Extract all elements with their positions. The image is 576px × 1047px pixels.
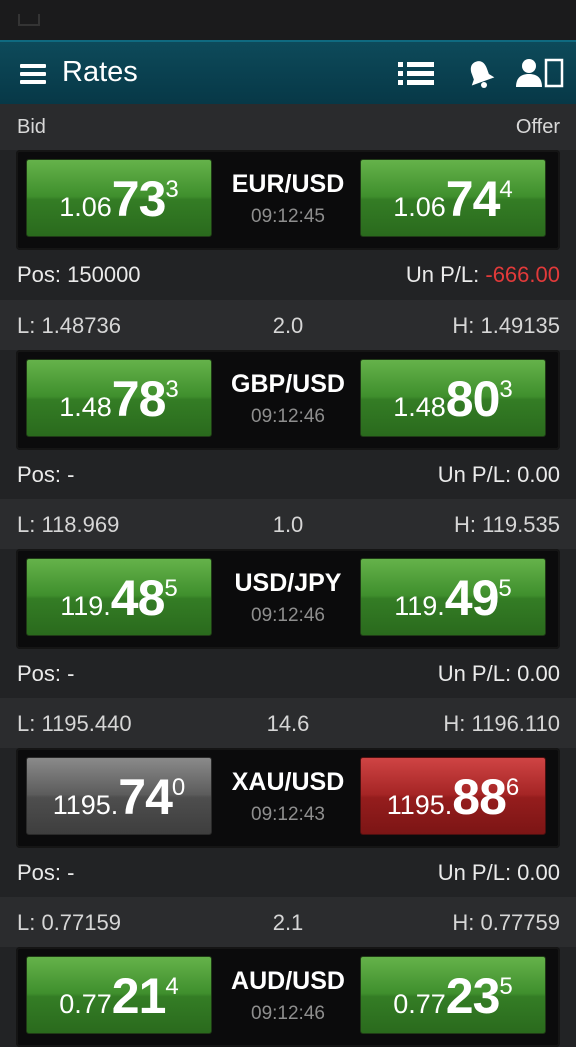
- position-row: Pos: - Un P/L: 0.00: [0, 450, 576, 500]
- currency-pair: GBP/USD: [231, 370, 345, 398]
- quote-card[interactable]: 1.48783 GBP/USD 09:12:46 1.48803: [16, 350, 560, 450]
- unrealized-pl: Un P/L: 0.00: [437, 462, 560, 487]
- offer-price: 1.06744: [393, 171, 513, 227]
- position-size: Pos: 150000: [17, 262, 141, 287]
- day-high: H: 0.77759: [452, 910, 560, 935]
- position-row: Pos: 150000 Un P/L: -666.00: [0, 250, 576, 300]
- offer-price: 1195.886: [386, 769, 520, 825]
- position-row: Pos: - Un P/L: 0.00: [0, 649, 576, 699]
- unrealized-pl: Un P/L: -666.00: [405, 262, 560, 287]
- bid-price-button[interactable]: 0.77214: [26, 956, 212, 1034]
- currency-pair: EUR/USD: [231, 170, 345, 198]
- menu-icon[interactable]: [20, 64, 46, 84]
- quote-card[interactable]: 1195.740 XAU/USD 09:12:43 1195.886: [16, 748, 560, 848]
- account-icon[interactable]: [515, 58, 565, 88]
- currency-pair: XAU/USD: [231, 768, 345, 796]
- quote-card[interactable]: 1.06733 EUR/USD 09:12:45 1.06744: [16, 150, 560, 250]
- offer-price: 0.77235: [393, 968, 513, 1024]
- offer-price-button[interactable]: 1195.886: [360, 757, 546, 835]
- column-header: Bid Offer: [0, 104, 576, 150]
- unrealized-pl: Un P/L: 0.00: [437, 860, 560, 885]
- bell-icon[interactable]: [465, 58, 495, 88]
- offer-price-button[interactable]: 1.48803: [360, 359, 546, 437]
- offer-price-button[interactable]: 119.495: [360, 558, 546, 636]
- quote-time: 09:12:45: [251, 206, 325, 227]
- notification-icon: [18, 14, 40, 26]
- stats-bar: L: 118.969 1.0 H: 119.535: [0, 499, 576, 549]
- bid-price-button[interactable]: 1195.740: [26, 757, 212, 835]
- offer-price-button[interactable]: 1.06744: [360, 159, 546, 237]
- offer-price: 119.495: [394, 570, 512, 626]
- bid-price: 0.77214: [59, 968, 179, 1024]
- quote-time: 09:12:46: [251, 605, 325, 626]
- stats-bar: L: 1195.440 14.6 H: 1196.110: [0, 698, 576, 748]
- stats-bar: L: 0.77159 2.1 H: 0.77759: [0, 897, 576, 947]
- pl-value: 0.00: [517, 860, 560, 885]
- list-icon[interactable]: [398, 62, 434, 86]
- app-bar: Rates: [0, 40, 576, 104]
- pl-value: 0.00: [517, 462, 560, 487]
- position-row: Pos: - Un P/L: 0.00: [0, 848, 576, 898]
- pl-value: 0.00: [517, 661, 560, 686]
- quote-time: 09:12:46: [251, 1003, 325, 1024]
- day-high: H: 119.535: [453, 512, 560, 537]
- quote-time: 09:12:46: [251, 406, 325, 427]
- currency-pair: USD/JPY: [234, 569, 342, 597]
- stats-bar: L: 1.48736 2.0 H: 1.49135: [0, 300, 576, 350]
- pl-value: -666.00: [485, 262, 560, 287]
- bid-price: 1.06733: [59, 171, 179, 227]
- bid-price-button[interactable]: 1.06733: [26, 159, 212, 237]
- offer-price: 1.48803: [393, 371, 513, 427]
- day-high: H: 1196.110: [443, 711, 560, 736]
- unrealized-pl: Un P/L: 0.00: [437, 661, 560, 686]
- bid-price: 1195.740: [52, 769, 186, 825]
- quote-card[interactable]: 119.485 USD/JPY 09:12:46 119.495: [16, 549, 560, 649]
- quote-time: 09:12:43: [251, 804, 325, 825]
- offer-price-button[interactable]: 0.77235: [360, 956, 546, 1034]
- position-size: Pos: -: [17, 860, 75, 885]
- bid-price: 119.485: [60, 570, 178, 626]
- bid-price-button[interactable]: 119.485: [26, 558, 212, 636]
- day-high: H: 1.49135: [452, 313, 560, 338]
- quote-card[interactable]: 0.77214 AUD/USD 09:12:46 0.77235: [16, 947, 560, 1047]
- bid-column-label: Bid: [17, 116, 46, 138]
- bid-price-button[interactable]: 1.48783: [26, 359, 212, 437]
- currency-pair: AUD/USD: [231, 967, 345, 995]
- position-size: Pos: -: [17, 462, 75, 487]
- status-bar: [0, 0, 576, 40]
- bid-price: 1.48783: [59, 371, 179, 427]
- page-title: Rates: [62, 56, 138, 88]
- offer-column-label: Offer: [515, 116, 560, 138]
- position-size: Pos: -: [17, 661, 75, 686]
